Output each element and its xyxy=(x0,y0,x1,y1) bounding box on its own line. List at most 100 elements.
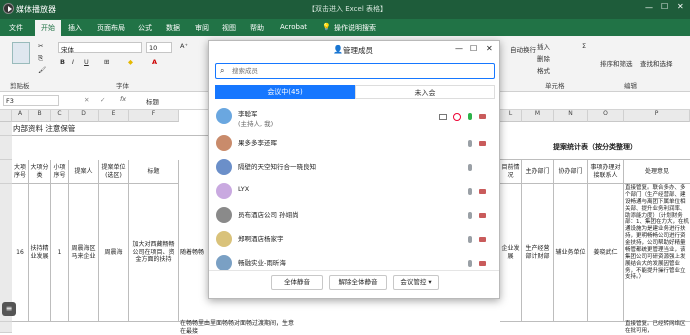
sort-filter-button[interactable]: 排序和筛选 xyxy=(600,58,633,68)
data-cell[interactable]: 扶持精业发展 xyxy=(29,184,51,322)
data-cell[interactable]: 周晨海区马来企业 xyxy=(69,184,99,322)
row-header[interactable] xyxy=(0,122,12,136)
tab-not-joined[interactable]: 未入会 xyxy=(355,85,495,99)
col-header-c[interactable]: C xyxy=(51,110,69,122)
header-cell[interactable]: 提案人 xyxy=(69,160,99,184)
maximize-icon[interactable]: ☐ xyxy=(470,44,477,53)
paste-icon[interactable] xyxy=(12,42,30,64)
data-cell[interactable]: 周晨海 xyxy=(99,184,129,322)
col-header-o[interactable]: O xyxy=(588,110,624,122)
col-header-a[interactable]: A xyxy=(12,110,29,122)
header-cell[interactable]: 大项分类 xyxy=(29,160,51,184)
col-header-e[interactable]: E xyxy=(99,110,129,122)
data-cell[interactable]: 加大对西藏畅畅公司在项目、资金方面的扶持 xyxy=(129,184,179,322)
mic-off-icon[interactable] xyxy=(468,212,472,219)
camera-off-icon[interactable] xyxy=(479,261,486,266)
unmute-all-button[interactable]: 解除全体静音 xyxy=(329,275,387,290)
tab-view[interactable]: 视图 xyxy=(222,23,236,33)
fill-color-icon[interactable]: ◆ xyxy=(128,58,133,66)
copy-icon[interactable]: ⎘ xyxy=(38,54,43,63)
col-header-n[interactable]: N xyxy=(554,110,588,122)
data-cell[interactable]: 辅业务单位 xyxy=(554,184,588,322)
header-cell[interactable]: 小项序号 xyxy=(51,160,69,184)
col-header-p[interactable]: P xyxy=(624,110,690,122)
font-name-select[interactable]: 宋体 xyxy=(58,42,142,54)
member-row[interactable]: 畅融实业-雨昕海 xyxy=(209,252,499,272)
camera-off-icon[interactable] xyxy=(479,189,486,194)
tell-me-search[interactable]: 操作说明搜索 xyxy=(334,23,376,33)
header-cell[interactable]: 事项办理对接联系人 xyxy=(588,160,624,184)
header-cell[interactable]: 协办部门 xyxy=(554,160,588,184)
row-header[interactable] xyxy=(0,160,12,184)
camera-off-icon[interactable] xyxy=(479,213,486,218)
member-row[interactable]: 郑啊酒店杨家宇 xyxy=(209,228,499,252)
data-cell[interactable]: 16 xyxy=(12,184,29,322)
underline-icon[interactable]: U xyxy=(84,58,89,66)
header-cell[interactable]: 处理意见 xyxy=(624,160,690,184)
col-header-d[interactable]: D xyxy=(69,110,99,122)
formula-content[interactable]: 标题 xyxy=(146,96,159,106)
italic-icon[interactable]: I xyxy=(72,58,74,66)
mic-off-icon[interactable] xyxy=(468,164,472,171)
data-cell[interactable]: 直接管复。已经转网络区在批可用， xyxy=(624,321,690,334)
col-header-b[interactable]: B xyxy=(29,110,51,122)
bold-icon[interactable]: B xyxy=(60,58,65,66)
member-row[interactable]: 果多多李还晖 xyxy=(209,132,499,156)
member-row[interactable]: 李聪军 (主持人, 我) xyxy=(209,104,499,132)
name-box[interactable]: F3 xyxy=(3,95,59,106)
data-cell[interactable]: 生产经营部计财部 xyxy=(522,184,554,322)
mic-off-icon[interactable] xyxy=(468,140,472,147)
mic-off-icon[interactable] xyxy=(468,188,472,195)
format-painter-icon[interactable]: 🖌 xyxy=(38,66,46,74)
maximize-icon[interactable]: ☐ xyxy=(661,2,668,11)
select-all-corner[interactable] xyxy=(0,110,12,122)
mic-off-icon[interactable] xyxy=(468,260,472,267)
member-search-input[interactable] xyxy=(232,65,490,77)
tab-page-layout[interactable]: 页面布局 xyxy=(97,23,125,33)
delete-cells-button[interactable]: 删除 xyxy=(537,53,550,63)
report-title[interactable]: 提案统计表（按分类整理） xyxy=(500,136,690,160)
tab-data[interactable]: 数据 xyxy=(166,23,180,33)
tab-review[interactable]: 审阅 xyxy=(195,23,209,33)
data-cell[interactable]: 1 xyxy=(51,184,69,322)
enter-icon[interactable]: ✓ xyxy=(100,96,105,104)
header-cell[interactable]: 提案单位(选区) xyxy=(99,160,129,184)
data-cell[interactable]: 姜晓武仁 xyxy=(588,184,624,322)
side-panel-toggle-icon[interactable]: ≡ xyxy=(2,302,16,316)
col-header-m[interactable]: M xyxy=(522,110,554,122)
tab-formulas[interactable]: 公式 xyxy=(138,23,152,33)
meeting-control-button[interactable]: 会议管控 ▾ xyxy=(393,275,439,290)
tab-file[interactable]: 文件 xyxy=(9,23,23,33)
tab-insert[interactable]: 插入 xyxy=(68,23,82,33)
grow-font-icon[interactable]: A⁺ xyxy=(180,42,188,50)
insert-cells-button[interactable]: 插入 xyxy=(537,41,550,51)
mute-all-button[interactable]: 全体静音 xyxy=(271,275,323,290)
mic-on-icon[interactable] xyxy=(468,113,472,120)
member-row[interactable]: 隔壁的天空知行合一晓良知 xyxy=(209,156,499,180)
header-cell[interactable]: 目前情况 xyxy=(500,160,522,184)
cancel-icon[interactable]: ✕ xyxy=(84,96,89,104)
row-header[interactable] xyxy=(0,322,12,333)
find-select-button[interactable]: 查找和选择 xyxy=(640,58,673,68)
header-cell[interactable]: 主办部门 xyxy=(522,160,554,184)
function-icon[interactable]: fx xyxy=(120,95,126,103)
data-cell[interactable]: 随着畅畅 xyxy=(179,184,209,322)
tab-help[interactable]: 帮助 xyxy=(250,23,264,33)
close-icon[interactable]: ✕ xyxy=(486,44,493,53)
format-cells-button[interactable]: 格式 xyxy=(537,65,550,75)
member-search-box[interactable]: ⌕ xyxy=(215,63,495,79)
mic-off-icon[interactable] xyxy=(468,236,472,243)
col-header-l[interactable]: L xyxy=(500,110,522,122)
col-header-f[interactable]: F xyxy=(129,110,179,122)
title-row[interactable]: 内部资料 注意保管 xyxy=(12,122,208,136)
data-cell[interactable]: 企业发展 xyxy=(500,184,522,322)
minimize-icon[interactable]: — xyxy=(645,3,653,12)
member-row[interactable]: LYX xyxy=(209,180,499,204)
tab-acrobat[interactable]: Acrobat xyxy=(280,23,307,31)
minimize-icon[interactable]: — xyxy=(455,44,463,53)
wrap-text-button[interactable]: 自动换行 xyxy=(510,44,536,54)
header-cell[interactable]: 大项序号 xyxy=(12,160,29,184)
tab-in-meeting[interactable]: 会议中(45) xyxy=(215,85,355,99)
record-icon[interactable] xyxy=(453,113,461,121)
screen-share-icon[interactable] xyxy=(439,114,447,120)
